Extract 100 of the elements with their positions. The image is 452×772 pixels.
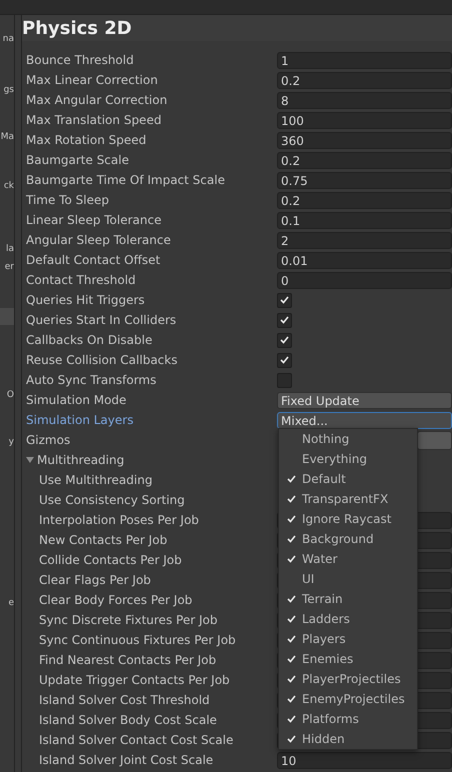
- checkmark-icon: [280, 296, 289, 304]
- menu-item[interactable]: Platforms: [279, 709, 417, 729]
- checkmark-icon: [287, 675, 296, 683]
- number-field[interactable]: 8: [277, 92, 452, 108]
- checkbox[interactable]: [277, 312, 292, 328]
- sidebar-item[interactable]: e: [0, 595, 14, 612]
- menu-item[interactable]: Enemies: [279, 649, 417, 669]
- number-field[interactable]: 0.01: [277, 252, 452, 268]
- checkmark-icon: [287, 695, 296, 703]
- property-label: Baumgarte Scale: [25, 153, 130, 167]
- property-label: Angular Sleep Tolerance: [25, 233, 172, 247]
- menu-item[interactable]: TransparentFX: [279, 489, 417, 509]
- property-label: Gizmos: [25, 433, 72, 447]
- checkmark-icon: [280, 316, 289, 324]
- checkmark-icon: [287, 715, 296, 723]
- property-label: Max Rotation Speed: [25, 133, 148, 147]
- sidebar-item[interactable]: O: [0, 387, 14, 404]
- checkmark-icon: [287, 495, 296, 503]
- property-label: Find Nearest Contacts Per Job: [38, 653, 218, 667]
- number-field[interactable]: 0.2: [277, 192, 452, 208]
- property-label: Sync Discrete Fixtures Per Job: [38, 613, 218, 627]
- checkmark-icon: [287, 555, 296, 563]
- property-label: Default Contact Offset: [25, 253, 162, 267]
- number-field[interactable]: 100: [277, 112, 452, 128]
- menu-item[interactable]: Background: [279, 529, 417, 549]
- checkbox[interactable]: [277, 352, 292, 368]
- sidebar-item[interactable]: gs: [0, 82, 14, 99]
- property-label: Use Multithreading: [38, 473, 154, 487]
- checkmark-icon: [287, 475, 296, 483]
- menu-item[interactable]: Everything: [279, 449, 417, 469]
- checkmark-icon: [287, 655, 296, 663]
- property-label: Callbacks On Disable: [25, 333, 154, 347]
- sidebar-item[interactable]: Ma: [0, 129, 14, 146]
- menu-item[interactable]: EnemyProjectiles: [279, 689, 417, 709]
- sidebar-item[interactable]: na: [0, 31, 14, 48]
- checkmark-icon: [287, 735, 296, 743]
- property-label: New Contacts Per Job: [38, 533, 168, 547]
- property-label: Baumgarte Time Of Impact Scale: [25, 173, 226, 187]
- dropdown[interactable]: Mixed...: [277, 412, 452, 428]
- sidebar-item[interactable]: y: [0, 434, 14, 451]
- checkmark-icon: [287, 615, 296, 623]
- property-label: Interpolation Poses Per Job: [38, 513, 200, 527]
- property-label: Linear Sleep Tolerance: [25, 213, 162, 227]
- property-label: Island Solver Cost Threshold: [38, 693, 211, 707]
- number-field[interactable]: 360: [277, 132, 452, 148]
- checkmark-icon: [280, 336, 289, 344]
- number-field[interactable]: 0.2: [277, 152, 452, 168]
- foldout-label[interactable]: Multithreading: [37, 453, 124, 467]
- foldout-triangle-icon[interactable]: [26, 456, 34, 464]
- property-label: Queries Start In Colliders: [25, 313, 178, 327]
- property-label: Reuse Collision Callbacks: [25, 353, 178, 367]
- property-label: Island Solver Body Cost Scale: [38, 713, 218, 727]
- property-label: Contact Threshold: [25, 273, 137, 287]
- number-field[interactable]: 1: [277, 52, 452, 68]
- menu-item[interactable]: Water: [279, 549, 417, 569]
- menu-item[interactable]: Hidden: [279, 729, 417, 749]
- menu-item[interactable]: Ladders: [279, 609, 417, 629]
- menu-item[interactable]: Players: [279, 629, 417, 649]
- checkbox[interactable]: [277, 372, 292, 388]
- sidebar-item[interactable]: ck: [0, 178, 14, 195]
- property-label: Collide Contacts Per Job: [38, 553, 183, 567]
- number-field[interactable]: 2: [277, 232, 452, 248]
- checkmark-icon: [287, 515, 296, 523]
- property-label: Bounce Threshold: [25, 53, 135, 67]
- property-label: Max Angular Correction: [25, 93, 168, 107]
- menu-item[interactable]: Terrain: [279, 589, 417, 609]
- checkbox[interactable]: [277, 332, 292, 348]
- checkbox[interactable]: [277, 292, 292, 308]
- number-field[interactable]: 0.75: [277, 172, 452, 188]
- property-label: Max Linear Correction: [25, 73, 159, 87]
- sidebar-item[interactable]: er: [0, 259, 14, 276]
- property-label: Clear Body Forces Per Job: [38, 593, 194, 607]
- checkmark-icon: [280, 356, 289, 364]
- menu-item[interactable]: PlayerProjectiles: [279, 669, 417, 689]
- number-field[interactable]: 0.1: [277, 212, 452, 228]
- panel-title: Physics 2D: [22, 18, 132, 38]
- property-label: Auto Sync Transforms: [25, 373, 158, 387]
- property-label: Simulation Layers: [25, 413, 134, 427]
- menu-item[interactable]: Default: [279, 469, 417, 489]
- number-field[interactable]: 0.2: [277, 72, 452, 88]
- checkmark-icon: [287, 595, 296, 603]
- property-label: Simulation Mode: [25, 393, 128, 407]
- sidebar-item[interactable]: la: [0, 241, 14, 258]
- checkmark-icon: [287, 535, 296, 543]
- property-label: Use Consistency Sorting: [38, 493, 186, 507]
- property-label: Island Solver Joint Cost Scale: [38, 753, 214, 767]
- menu-item[interactable]: Nothing: [279, 429, 417, 449]
- property-label: Clear Flags Per Job: [38, 573, 152, 587]
- number-field[interactable]: 0: [277, 272, 452, 288]
- property-label: Max Translation Speed: [25, 113, 162, 127]
- property-label: Sync Continuous Fixtures Per Job: [38, 633, 237, 647]
- checkmark-icon: [287, 635, 296, 643]
- dropdown[interactable]: Fixed Update: [277, 392, 452, 408]
- menu-item[interactable]: UI: [279, 569, 417, 589]
- property-label: Island Solver Contact Cost Scale: [38, 733, 234, 747]
- property-label: Update Trigger Contacts Per Job: [38, 673, 231, 687]
- property-label: Queries Hit Triggers: [25, 293, 146, 307]
- property-label: Time To Sleep: [25, 193, 110, 207]
- number-field[interactable]: 10: [277, 752, 452, 768]
- menu-item[interactable]: Ignore Raycast: [279, 509, 417, 529]
